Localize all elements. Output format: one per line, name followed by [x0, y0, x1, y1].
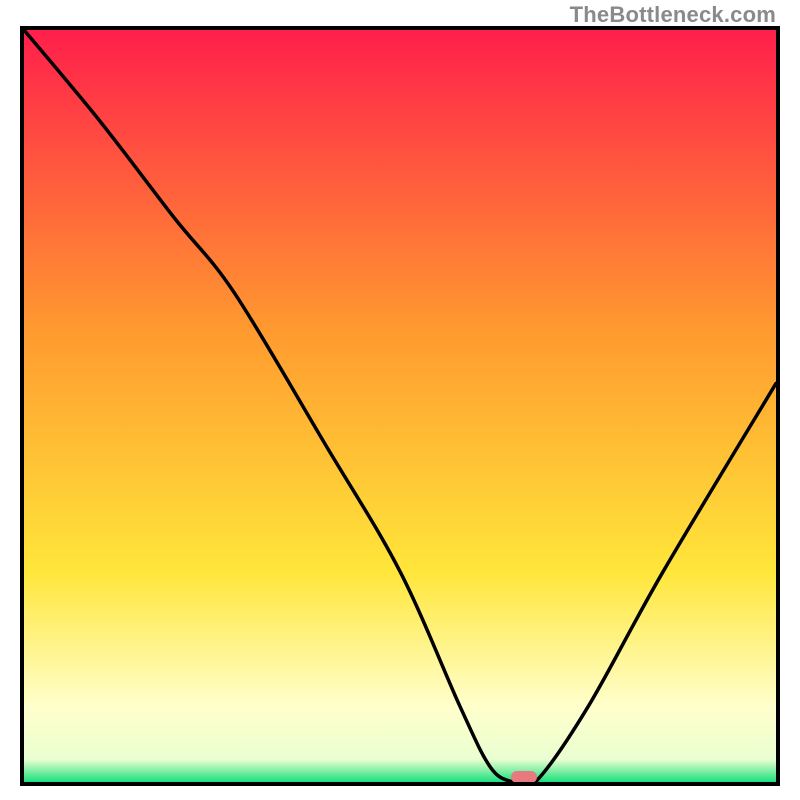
optimal-marker — [511, 771, 537, 783]
watermark-text: TheBottleneck.com — [570, 2, 776, 28]
chart-frame — [20, 26, 780, 786]
bottleneck-curve — [24, 30, 776, 782]
curve-path — [24, 30, 776, 782]
